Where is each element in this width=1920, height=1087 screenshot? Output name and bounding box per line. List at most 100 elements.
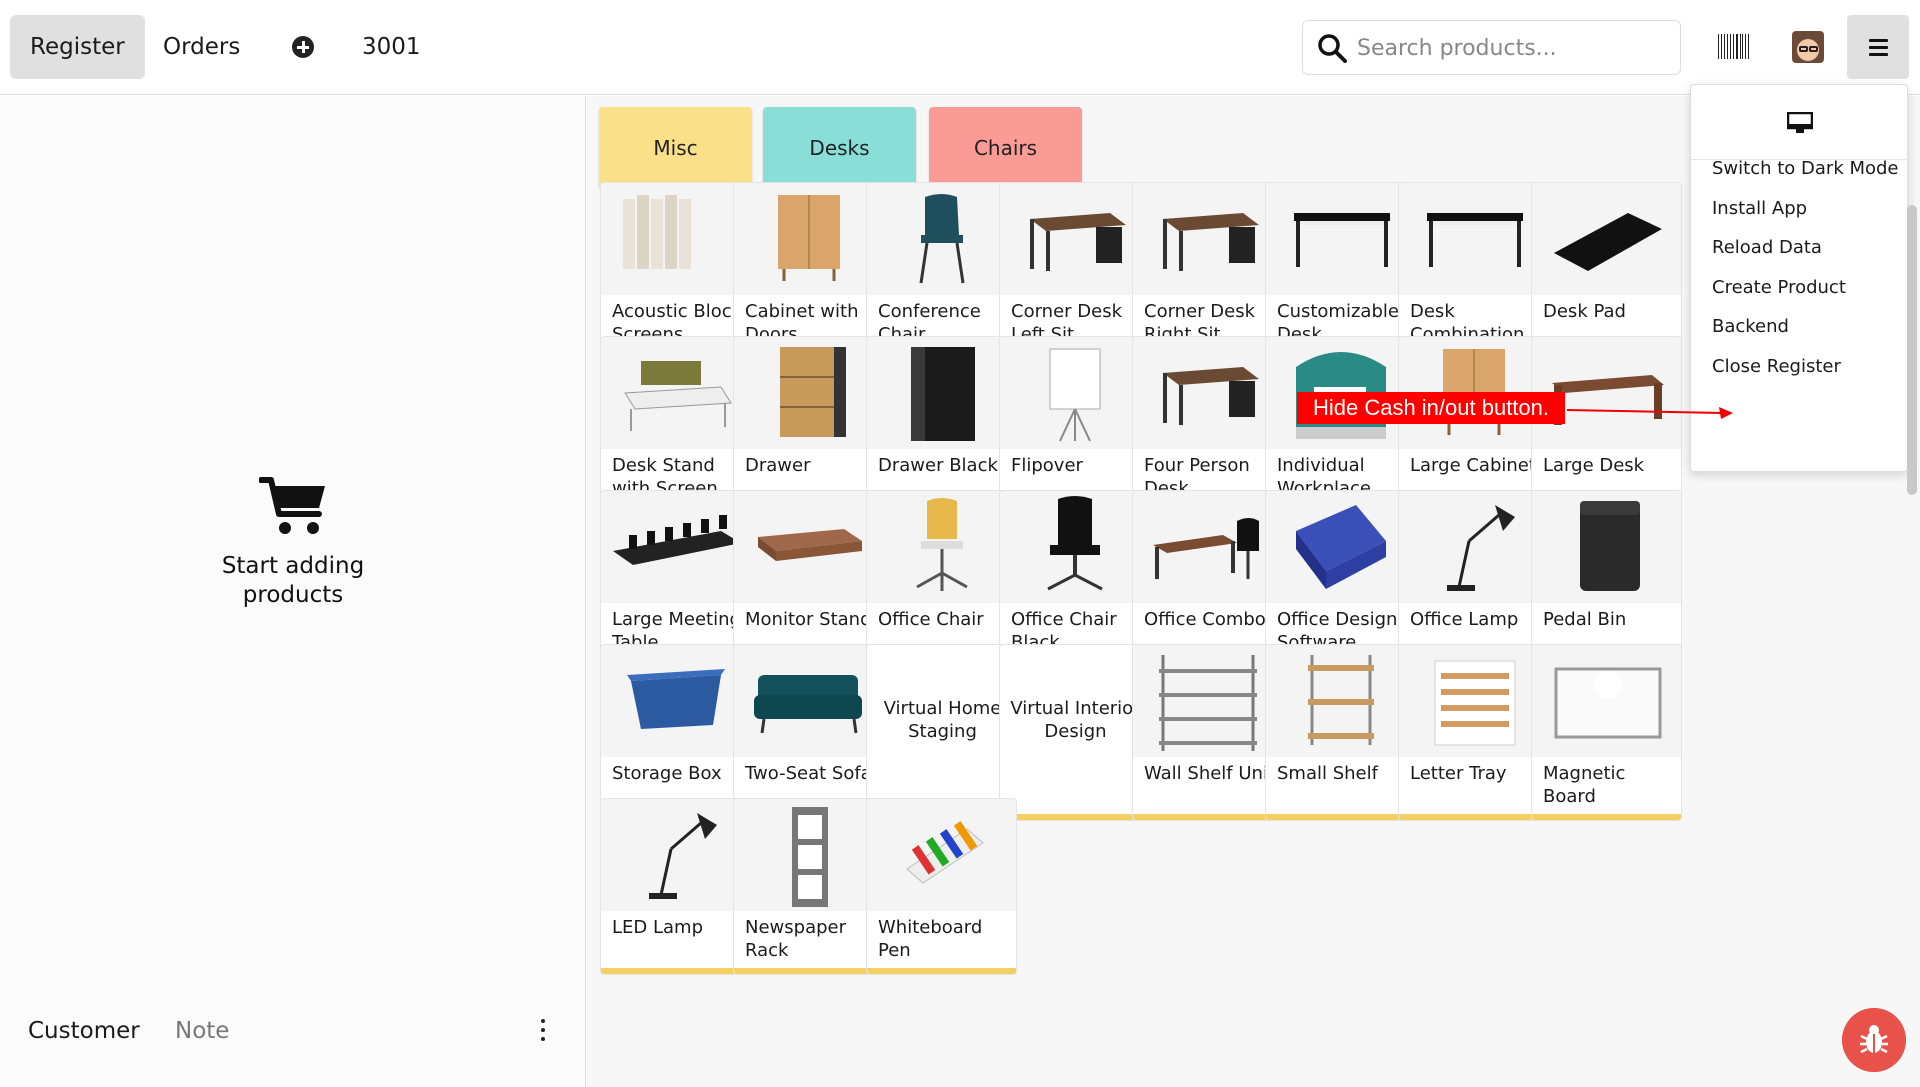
product-card[interactable]: Virtual Home Staging — [866, 644, 1017, 821]
product-image — [1532, 183, 1681, 295]
menu-item-1[interactable]: Install App — [1712, 198, 1807, 219]
product-card[interactable]: Conference Chair — [866, 182, 1017, 359]
product-card[interactable]: Large Cabinet — [1398, 336, 1549, 513]
category-desks-button[interactable]: Desks — [763, 107, 916, 189]
product-card[interactable]: Drawer — [733, 336, 884, 513]
product-name: Large Cabinet — [1410, 455, 1536, 476]
product-card[interactable]: Office Design Software — [1265, 490, 1416, 667]
product-name: Flipover — [1011, 455, 1083, 476]
product-card[interactable]: Monitor Stand — [733, 490, 884, 667]
product-card[interactable]: Cabinet with Doors — [733, 182, 884, 359]
product-name: Magnetic Board — [1543, 763, 1626, 807]
debug-bug-icon[interactable] — [1842, 1008, 1906, 1072]
annotation-arrow — [1566, 407, 1733, 419]
customer-button[interactable]: Customer — [28, 1018, 140, 1044]
product-scrollbar[interactable] — [1907, 205, 1917, 495]
product-name: Newspaper Rack — [745, 917, 846, 961]
search-icon — [1318, 34, 1347, 63]
product-name: Monitor Stand — [745, 609, 872, 630]
product-card[interactable]: Corner Desk Right Sit — [1132, 182, 1283, 359]
product-card[interactable]: Magnetic Board — [1531, 644, 1682, 821]
menu-item-3[interactable]: Create Product — [1712, 277, 1846, 298]
menu-item-4[interactable]: Backend — [1712, 316, 1789, 337]
product-name: Drawer Black — [878, 455, 998, 476]
new-order-plus-icon[interactable] — [292, 36, 314, 58]
category-misc-button[interactable]: Misc — [599, 107, 752, 189]
product-card[interactable]: Customizable Desk — [1265, 182, 1416, 359]
monitor-icon[interactable] — [1787, 112, 1813, 134]
category-chairs-button[interactable]: Chairs — [929, 107, 1082, 189]
product-name: Pedal Bin — [1543, 609, 1627, 630]
product-card[interactable]: Wall Shelf Unit — [1132, 644, 1283, 821]
product-card[interactable]: Office Chair Black — [999, 490, 1150, 667]
product-card[interactable]: Letter Tray — [1398, 644, 1549, 821]
product-card[interactable]: Flipover — [999, 336, 1150, 513]
product-card[interactable]: Office Chair — [866, 490, 1017, 667]
register-tab[interactable]: Register — [10, 15, 145, 79]
product-card[interactable]: Drawer Black — [866, 336, 1017, 513]
product-card[interactable]: LED Lamp — [600, 798, 751, 975]
product-card[interactable]: Pedal Bin — [1531, 490, 1682, 667]
more-options-icon[interactable] — [540, 1018, 546, 1042]
product-card[interactable]: Desk Pad — [1531, 182, 1682, 359]
product-card[interactable]: Two-Seat Sofa — [733, 644, 884, 821]
product-card[interactable]: Desk Stand with Screen — [600, 336, 751, 513]
product-image — [1266, 491, 1415, 603]
search-box[interactable] — [1302, 20, 1681, 75]
product-image — [1133, 183, 1282, 295]
product-name: Small Shelf — [1277, 763, 1378, 784]
product-name: Office Combo — [1144, 609, 1266, 630]
product-card[interactable]: Office Lamp — [1398, 490, 1549, 667]
product-name: Virtual Home Staging — [883, 698, 1002, 742]
product-image — [601, 337, 750, 449]
menu-item-0[interactable]: Switch to Dark Mode — [1712, 158, 1899, 179]
menu-item-5[interactable]: Close Register — [1712, 356, 1841, 377]
hamburger-menu-icon[interactable] — [1847, 15, 1909, 79]
product-card[interactable]: Individual Workplace — [1265, 336, 1416, 513]
product-card[interactable]: Corner Desk Left Sit — [999, 182, 1150, 359]
product-image — [601, 799, 750, 911]
product-card[interactable]: Whiteboard Pen — [866, 798, 1017, 975]
product-image — [734, 337, 883, 449]
product-category-bar — [1000, 814, 1149, 820]
product-image — [1399, 645, 1548, 757]
note-button[interactable]: Note — [175, 1018, 229, 1044]
search-input[interactable] — [1357, 29, 1667, 67]
order-panel: Start adding products Customer Note — [0, 96, 586, 1087]
product-card[interactable]: Virtual Interior Design — [999, 644, 1150, 821]
product-category-bar — [601, 968, 750, 974]
product-image — [1133, 491, 1282, 603]
product-image — [867, 491, 1016, 603]
product-card[interactable]: Storage Box — [600, 644, 751, 821]
product-image — [734, 799, 883, 911]
product-image — [1000, 183, 1149, 295]
product-name: Large Desk — [1543, 455, 1645, 476]
product-category-bar — [734, 968, 883, 974]
product-category-bar — [1266, 814, 1415, 820]
product-name: Office Lamp — [1410, 609, 1519, 630]
product-image — [1532, 491, 1681, 603]
product-card[interactable]: Newspaper Rack — [733, 798, 884, 975]
product-image — [601, 183, 750, 295]
annotation-label: Hide Cash in/out button. — [1297, 392, 1565, 424]
barcode-icon[interactable] — [1718, 34, 1751, 59]
product-name: Drawer — [745, 455, 811, 476]
product-name: Storage Box — [612, 763, 722, 784]
product-image — [867, 183, 1016, 295]
menu-item-2[interactable]: Reload Data — [1712, 237, 1822, 258]
product-image — [867, 799, 1016, 911]
orders-tab[interactable]: Orders — [143, 15, 260, 79]
product-card[interactable]: Acoustic Bloc Screens — [600, 182, 751, 359]
product-card[interactable]: Small Shelf — [1265, 644, 1416, 821]
product-card[interactable]: Desk Combination — [1398, 182, 1549, 359]
product-image — [1000, 337, 1149, 449]
user-avatar[interactable] — [1792, 31, 1824, 63]
product-image — [1532, 645, 1681, 757]
current-order-number[interactable]: 3001 — [362, 15, 421, 79]
product-card[interactable]: Office Combo — [1132, 490, 1283, 667]
product-image — [1399, 491, 1548, 603]
product-card[interactable]: Four Person Desk — [1132, 336, 1283, 513]
product-image — [601, 645, 750, 757]
product-card[interactable]: Large Meeting Table — [600, 490, 751, 667]
product-category-bar — [1532, 814, 1681, 820]
